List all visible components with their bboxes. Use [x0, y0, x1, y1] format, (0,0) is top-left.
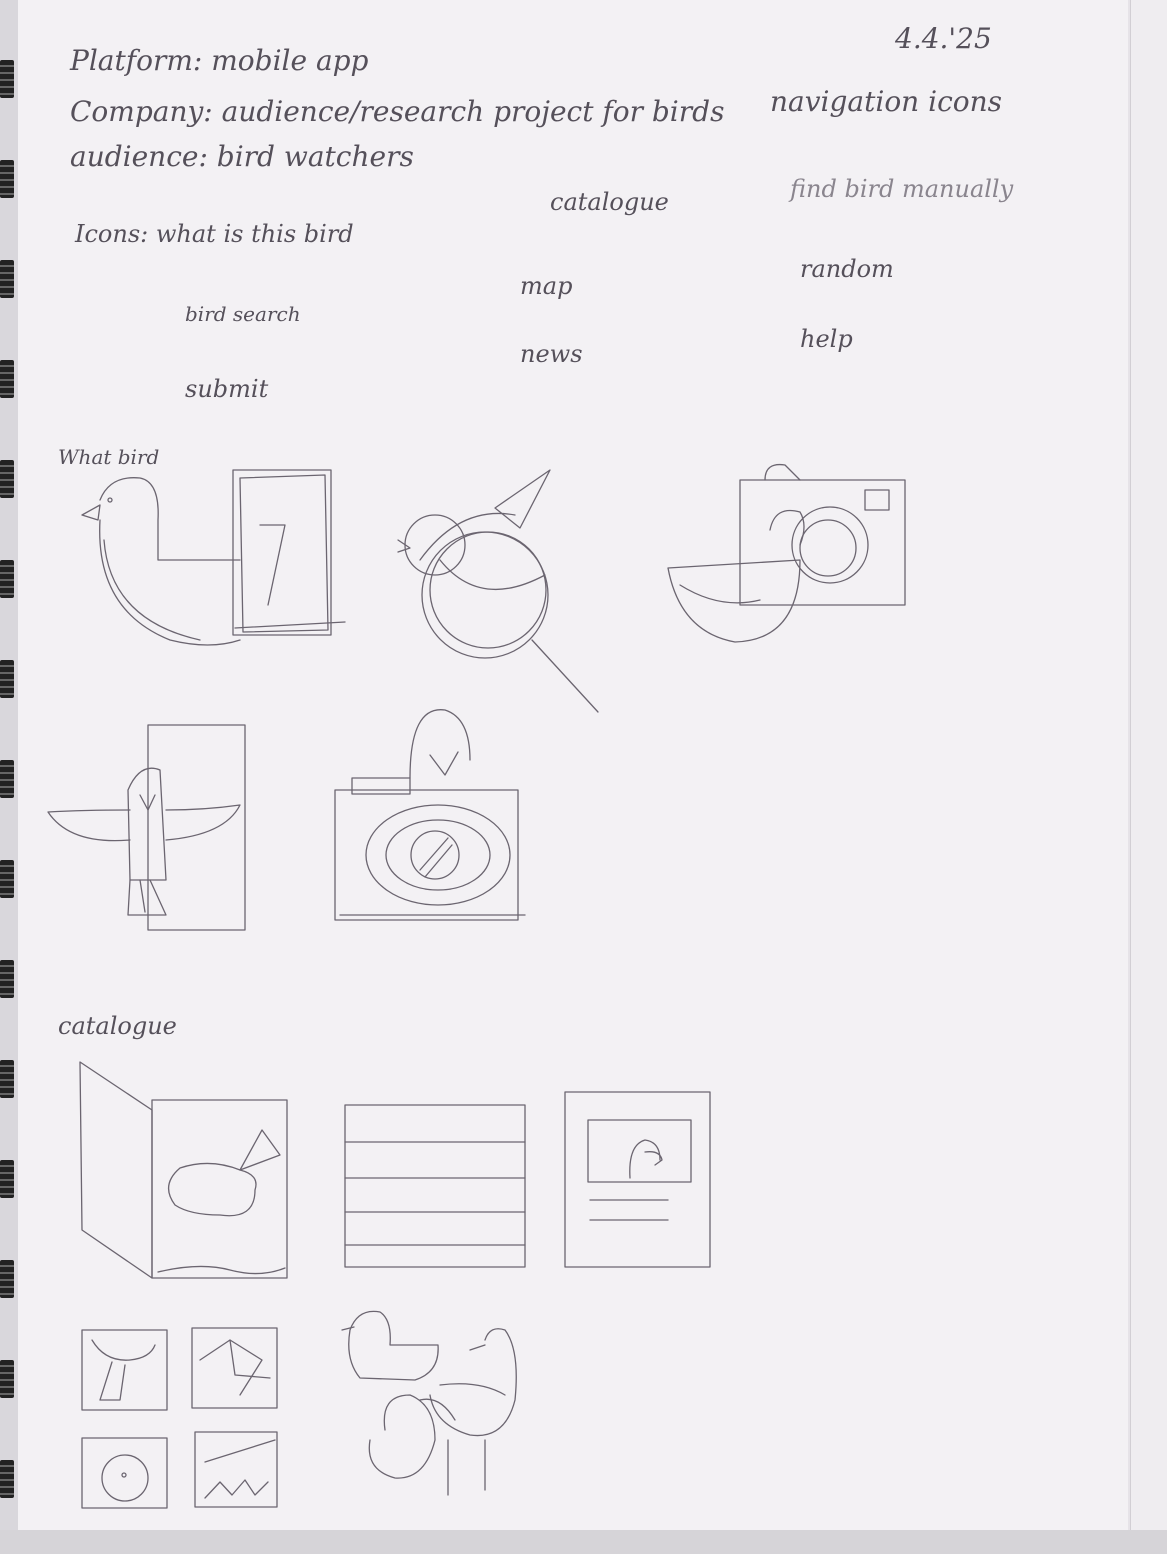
bird-group-icon — [342, 1311, 516, 1495]
list-rows-icon — [345, 1105, 525, 1267]
bird-with-book-icon — [82, 470, 345, 645]
thumbnail-grid-icon — [82, 1328, 277, 1508]
sketch-layer — [0, 0, 1167, 1554]
open-book-bird-icon — [80, 1062, 287, 1278]
bird-camera-icon — [668, 465, 905, 642]
framed-bird-card-icon — [565, 1092, 710, 1267]
bird-magnifier-icon — [398, 470, 598, 712]
camera-with-bird-icon — [335, 710, 525, 920]
bird-in-frame-icon — [48, 725, 245, 930]
